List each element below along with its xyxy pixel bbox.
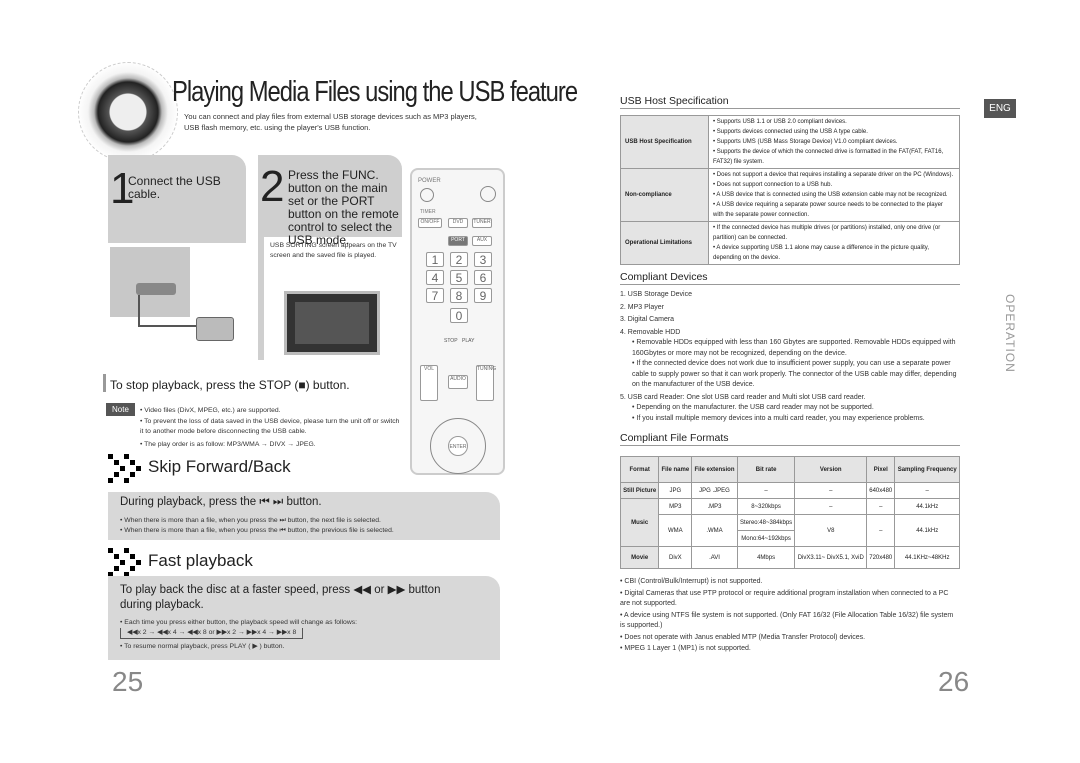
fast-panel: To play back the disc at a faster speed,…: [108, 576, 500, 660]
power-button[interactable]: [420, 188, 434, 202]
section-tab: OPERATION: [1003, 294, 1017, 373]
enter-button[interactable]: ENTER: [448, 436, 468, 456]
tuner-button[interactable]: TUNER: [472, 218, 492, 228]
power-label: POWER: [418, 178, 441, 184]
step-2-panel: 2 Press the FUNC. button on the main set…: [258, 155, 402, 247]
page-number-right: 26: [938, 666, 970, 697]
remote-control: POWER TIMER ON/OFF DVD TUNER PORT AUX 1 …: [410, 168, 505, 475]
digit-button[interactable]: 0: [450, 308, 468, 323]
digit-button[interactable]: 6: [474, 270, 492, 285]
devices-heading: Compliant Devices: [620, 271, 960, 285]
fast-list: • Each time you press either button, the…: [120, 619, 358, 650]
fast-heading: Fast playback: [148, 551, 253, 570]
volume-button[interactable]: VOL: [420, 365, 438, 401]
play-label: PLAY: [462, 338, 475, 344]
note-list: • Video files (DivX, MPEG, etc.) are sup…: [140, 407, 400, 448]
notes-list: • CBI (Control/Bulk/Interrupt) is not su…: [620, 578, 954, 652]
skip-arrows-icon: [108, 454, 142, 483]
digit-button[interactable]: 8: [450, 288, 468, 303]
usb-connection-illustration: [108, 243, 246, 360]
digit-button[interactable]: 3: [474, 252, 492, 267]
digit-button[interactable]: 2: [450, 252, 468, 267]
stop-instruction: To stop playback, press the STOP (■) but…: [110, 378, 350, 392]
step-2-bullet: USB SORTING screen appears on the TV scr…: [270, 242, 397, 259]
digit-button[interactable]: 5: [450, 270, 468, 285]
step-1-panel: 1 Connect the USB cable.: [108, 155, 246, 360]
skip-heading: Skip Forward/Back: [148, 457, 291, 476]
note-label: Note: [106, 403, 135, 416]
formats-heading: Compliant File Formats: [620, 432, 960, 446]
usb-host-table: USB Host Specification • Supports USB 1.1…: [620, 115, 960, 265]
skip-panel: During playback, press the ⏮ ⏭ button. •…: [108, 492, 500, 540]
port-button[interactable]: PORT: [448, 236, 468, 246]
step-2-detail: USB SORTING screen appears on the TV scr…: [258, 237, 402, 360]
intro-text: You can connect and play files from exte…: [184, 112, 477, 132]
tv-screen-illustration: [284, 291, 380, 355]
audio-button[interactable]: AUDIO: [448, 375, 468, 389]
speed-sequence: ◀◀x 2 → ◀◀x 4 → ◀◀x 8 or ▶▶x 2 → ▶▶x 4 →…: [120, 628, 304, 639]
stop-label: STOP: [444, 338, 458, 344]
fast-instruction: To play back the disc at a faster speed,…: [120, 584, 441, 611]
digit-button[interactable]: 7: [426, 288, 444, 303]
page-title: Playing Media Files using the USB featur…: [172, 76, 578, 108]
speaker-decoration: [78, 62, 178, 162]
digit-button[interactable]: 9: [474, 288, 492, 303]
formats-table: Format File name File extension Bit rate Ver…: [619, 456, 960, 569]
digit-button[interactable]: 1: [426, 252, 444, 267]
digit-button[interactable]: 4: [426, 270, 444, 285]
usb-host-heading: USB Host Specification: [620, 95, 960, 109]
step-number: 2: [260, 162, 285, 211]
fast-arrows-icon: [108, 548, 142, 577]
step-text: Press the FUNC. button on the main set o…: [288, 168, 399, 247]
tuning-button[interactable]: TUNING: [476, 365, 496, 401]
timer-label: TIMER: [420, 209, 436, 215]
devices-list: 1. USB Storage Device 2. MP3 Player 3. D…: [620, 291, 957, 422]
page-number-left: 25: [112, 666, 144, 697]
skip-list: • When there is more than a file, when y…: [120, 517, 394, 534]
language-badge: ENG: [984, 99, 1016, 118]
skip-instruction: During playback, press the ⏮ ⏭ button.: [120, 496, 322, 508]
aux-button[interactable]: AUX: [472, 236, 492, 246]
step-text: Connect the USB cable.: [128, 174, 221, 201]
onoff-button[interactable]: ON/OFF: [418, 218, 442, 228]
dvd-button[interactable]: DVD: [448, 218, 468, 228]
